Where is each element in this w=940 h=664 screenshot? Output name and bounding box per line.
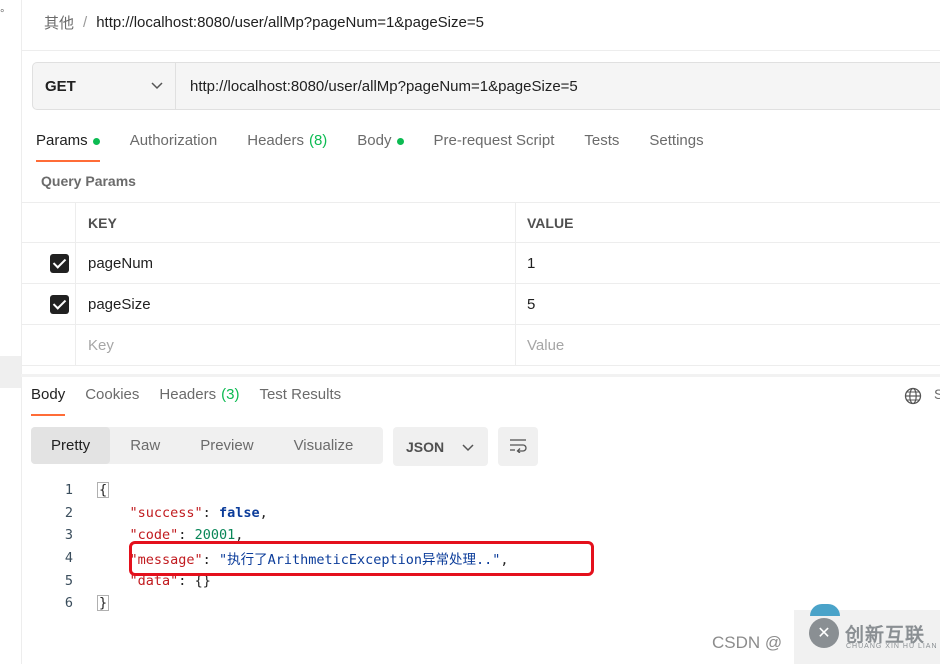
request-tabs: Params Authorization Headers (8) Body Pre… [36, 128, 704, 162]
response-tabs: Body Cookies Headers (3) Test Results [31, 386, 341, 416]
tab-body-label: Body [357, 132, 392, 149]
tab-headers[interactable]: Headers (8) [247, 128, 327, 162]
format-select[interactable]: JSON [393, 427, 488, 466]
response-tab-test-results[interactable]: Test Results [259, 386, 341, 416]
response-headers-count: (3) [221, 386, 240, 403]
line-number: 4 [64, 550, 73, 567]
table-row: pageNum 1 [21, 243, 940, 284]
view-preview-button[interactable]: Preview [180, 427, 273, 464]
breadcrumb-parent[interactable]: 其他 [44, 12, 74, 33]
tab-authorization[interactable]: Authorization [130, 128, 218, 162]
format-label: JSON [406, 438, 445, 455]
truncated-status-text: S [934, 386, 940, 402]
query-params-table: KEY VALUE pageNum 1 pageSize 5 Key Value [21, 202, 940, 366]
param-value-field[interactable]: 1 [515, 243, 535, 283]
json-key: "success" [129, 504, 203, 521]
tab-tests[interactable]: Tests [584, 128, 619, 162]
pane-divider[interactable] [21, 374, 940, 377]
breadcrumb-separator: / [83, 13, 88, 31]
view-raw-button[interactable]: Raw [110, 427, 180, 464]
watermark-logo-icon: ✕ [809, 618, 839, 648]
annotation-highlight-box [129, 541, 594, 576]
param-key-field[interactable]: pageSize [88, 284, 151, 324]
method-label: GET [45, 77, 76, 95]
checkbox-column-header [21, 203, 76, 242]
chevron-down-icon [462, 439, 474, 455]
line-number: 1 [64, 482, 73, 499]
param-key-field[interactable]: pageNum [88, 243, 153, 283]
response-tab-headers-label: Headers [159, 386, 217, 403]
response-tab-body[interactable]: Body [31, 386, 66, 416]
line-number: 5 [64, 572, 73, 589]
row-checkbox-cell [21, 325, 76, 365]
close-brace: } [97, 595, 110, 612]
table-row: pageSize 5 [21, 284, 940, 325]
code-line: 1 { [56, 479, 509, 502]
tab-params-label: Params [36, 132, 88, 149]
chevron-down-icon [151, 79, 163, 93]
tab-params[interactable]: Params [36, 128, 100, 162]
response-tab-headers[interactable]: Headers (3) [159, 386, 239, 416]
new-value-input[interactable]: Value [515, 325, 564, 365]
sidebar-selected-marker[interactable] [0, 356, 21, 388]
row-checkbox-cell [21, 243, 76, 283]
checkbox-checked[interactable] [50, 254, 69, 273]
tab-prerequest-label: Pre-request Script [433, 132, 555, 149]
csdn-watermark: CSDN @ [712, 633, 783, 652]
column-header-value: VALUE [515, 203, 573, 242]
response-tab-cookies[interactable]: Cookies [85, 386, 139, 416]
view-visualize-button[interactable]: Visualize [274, 427, 374, 464]
table-header-row: KEY VALUE [21, 202, 940, 243]
tab-settings-label: Settings [649, 132, 704, 149]
tab-headers-label: Headers [247, 132, 304, 149]
tab-tests-label: Tests [584, 132, 620, 149]
tab-body[interactable]: Body [357, 128, 404, 162]
checkbox-checked[interactable] [50, 295, 69, 314]
view-pretty-button[interactable]: Pretty [31, 427, 111, 464]
breadcrumb: 其他 / http://localhost:8080/user/allMp?pa… [44, 10, 484, 34]
new-key-input[interactable]: Key [88, 325, 114, 365]
code-line: 6 } [56, 592, 509, 615]
line-number: 3 [64, 527, 73, 544]
code-text: } [97, 595, 110, 612]
headers-count: (8) [308, 132, 328, 149]
table-row-empty: Key Value [21, 325, 940, 366]
url-input[interactable]: http://localhost:8080/user/allMp?pageNum… [190, 63, 578, 109]
method-select[interactable]: GET [33, 63, 176, 109]
left-sidebar-strip: ° [0, 0, 22, 664]
breadcrumb-current[interactable]: http://localhost:8080/user/allMp?pageNum… [96, 14, 484, 31]
watermark-brand-en: CHUANG XIN HU LIAN [846, 643, 938, 650]
body-indicator-dot [396, 138, 404, 145]
line-number: 2 [64, 504, 73, 521]
query-params-title: Query Params [41, 173, 136, 189]
open-brace: { [97, 482, 110, 499]
request-bar: GET http://localhost:8080/user/allMp?pag… [32, 62, 940, 110]
line-number: 6 [64, 595, 73, 612]
tab-settings[interactable]: Settings [649, 128, 703, 162]
wrap-lines-icon [508, 437, 528, 456]
wrap-lines-button[interactable] [498, 427, 538, 466]
header-divider [22, 50, 940, 51]
view-mode-segmented: Pretty Raw Preview Visualize [31, 427, 383, 464]
floating-action-button[interactable] [810, 604, 840, 616]
tab-authorization-label: Authorization [129, 132, 218, 149]
json-bool: false [218, 504, 260, 521]
code-text: { [97, 482, 110, 499]
params-indicator-dot [92, 138, 100, 145]
code-text: "success": false, [129, 504, 268, 521]
sidebar-dot-icon: ° [0, 8, 5, 20]
row-checkbox-cell [21, 284, 76, 324]
column-header-key: KEY [88, 214, 117, 231]
code-line: 2 "success": false, [56, 502, 509, 525]
globe-icon[interactable] [904, 387, 922, 405]
param-value-field[interactable]: 5 [515, 284, 535, 324]
tab-prerequest-script[interactable]: Pre-request Script [434, 128, 555, 162]
